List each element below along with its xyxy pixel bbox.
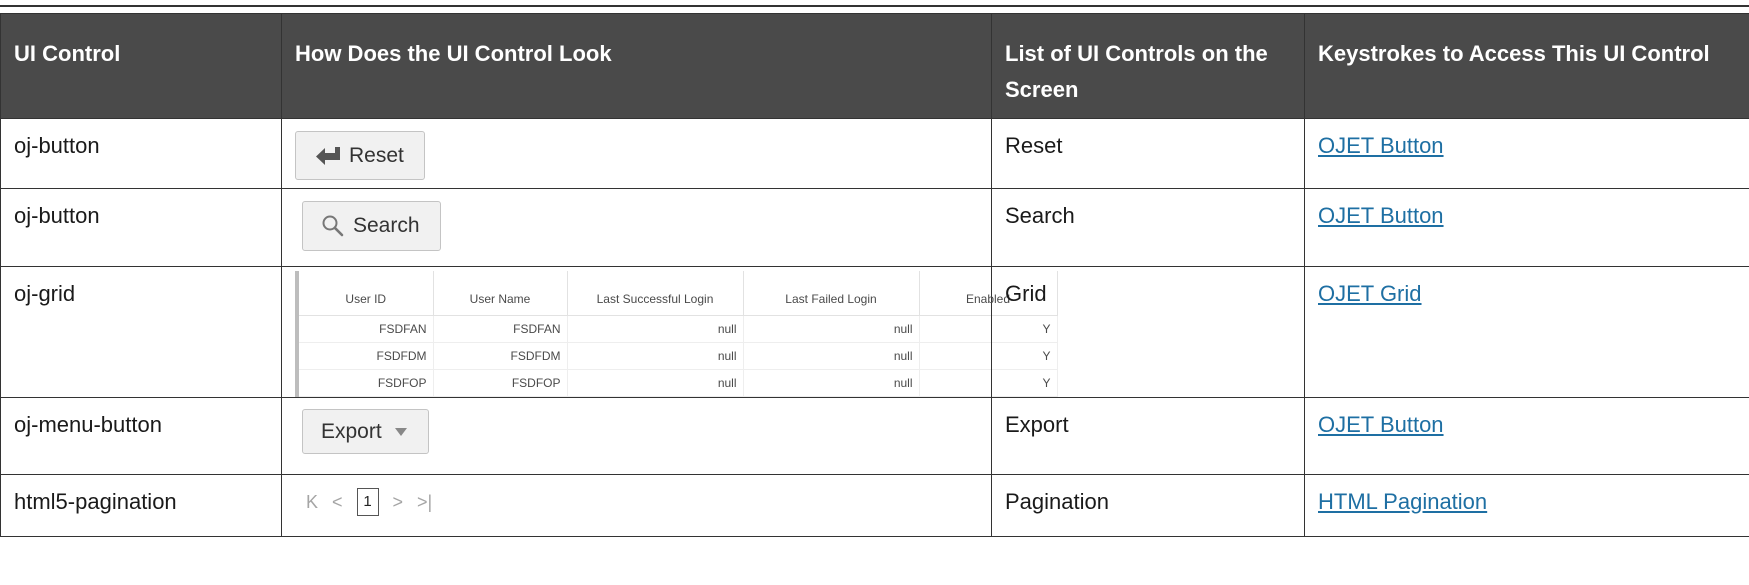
pagination-preview: K < 1 > >|	[306, 487, 978, 517]
current-page-number: 1	[356, 488, 379, 516]
grid-cell: FSDFOP	[433, 369, 568, 397]
grid-column-header: User ID	[299, 271, 434, 316]
preview-cell: Reset	[281, 118, 992, 189]
top-rule	[0, 5, 1749, 7]
search-button-label: Search	[353, 214, 420, 237]
next-page-icon: >	[392, 492, 404, 512]
grid-cell: FSDFAN	[299, 315, 434, 343]
grid-cell: null	[743, 315, 920, 343]
header-controls-on-screen: List of UI Controls on the Screen	[991, 13, 1305, 119]
control-cell: oj-grid	[0, 266, 282, 398]
link-cell: OJET Button	[1304, 118, 1749, 189]
grid-header-row: User ID User Name Last Successful Login …	[299, 271, 1058, 316]
table-row: html5-pagination K < 1 > >| Pagination H…	[0, 474, 1749, 537]
search-button-preview: Search	[302, 201, 441, 251]
grid-cell: FSDFDM	[299, 342, 434, 370]
grid-cell: null	[743, 342, 920, 370]
table-row: oj-grid User ID User Name Last Successfu…	[0, 266, 1749, 398]
header-ui-control: UI Control	[0, 13, 282, 119]
preview-cell: K < 1 > >|	[281, 474, 992, 537]
preview-cell: User ID User Name Last Successful Login …	[281, 266, 1058, 398]
caret-down-icon	[394, 427, 408, 437]
html-pagination-link[interactable]: HTML Pagination	[1318, 489, 1487, 514]
screen-name-cell: Export	[991, 397, 1305, 475]
export-button-label: Export	[321, 419, 382, 443]
header-keystrokes: Keystrokes to Access This UI Control	[1304, 13, 1749, 119]
ojet-button-link[interactable]: OJET Button	[1318, 133, 1444, 158]
reset-button-label: Reset	[349, 143, 404, 167]
last-page-icon: >|	[417, 492, 433, 512]
screen-name-cell: Grid	[991, 266, 1305, 398]
grid-cell: FSDFDM	[433, 342, 568, 370]
table-row: oj-button Reset Reset OJET Button	[0, 118, 1749, 189]
screen-name-cell: Pagination	[991, 474, 1305, 537]
previous-page-icon: <	[332, 492, 343, 512]
grid-row: FSDFDM FSDFDM null null Y	[299, 342, 1058, 370]
table-row: oj-menu-button Export Export OJET Button	[0, 397, 1749, 475]
grid-column-header: Last Successful Login	[567, 271, 744, 316]
header-how-it-looks: How Does the UI Control Look	[281, 13, 992, 119]
enter-arrow-icon	[315, 146, 341, 166]
control-cell: html5-pagination	[0, 474, 282, 537]
grid-cell: null	[567, 315, 744, 343]
grid-cell: null	[567, 369, 744, 397]
link-cell: HTML Pagination	[1304, 474, 1749, 537]
grid-column-header: Last Failed Login	[743, 271, 920, 316]
grid-preview: User ID User Name Last Successful Login …	[295, 271, 1058, 397]
screen-name-cell: Search	[991, 188, 1305, 267]
grid-cell: null	[743, 369, 920, 397]
first-page-icon: K	[306, 492, 319, 512]
magnifier-icon	[321, 214, 345, 238]
link-cell: OJET Button	[1304, 397, 1749, 475]
grid-cell: null	[567, 342, 744, 370]
grid-cell: FSDFAN	[433, 315, 568, 343]
table-row: oj-button Search Search OJET Button	[0, 188, 1749, 267]
ojet-button-link[interactable]: OJET Button	[1318, 412, 1444, 437]
control-cell: oj-button	[0, 118, 282, 189]
preview-cell: Export	[281, 397, 992, 475]
grid-cell: FSDFOP	[299, 369, 434, 397]
grid-row: FSDFOP FSDFOP null null Y	[299, 369, 1058, 397]
link-cell: OJET Button	[1304, 188, 1749, 267]
ojet-button-link[interactable]: OJET Button	[1318, 203, 1444, 228]
header-row: UI Control How Does the UI Control Look …	[0, 13, 1749, 119]
preview-cell: Search	[281, 188, 992, 267]
screen-name-cell: Reset	[991, 118, 1305, 189]
reset-button-preview: Reset	[295, 131, 425, 180]
link-cell: OJET Grid	[1304, 266, 1749, 398]
export-menu-button-preview: Export	[302, 409, 429, 454]
ojet-grid-link[interactable]: OJET Grid	[1318, 281, 1422, 306]
control-cell: oj-menu-button	[0, 397, 282, 475]
grid-column-header: User Name	[433, 271, 568, 316]
ui-controls-table: UI Control How Does the UI Control Look …	[0, 13, 1749, 537]
grid-row: FSDFAN FSDFAN null null Y	[299, 315, 1058, 343]
control-cell: oj-button	[0, 188, 282, 267]
